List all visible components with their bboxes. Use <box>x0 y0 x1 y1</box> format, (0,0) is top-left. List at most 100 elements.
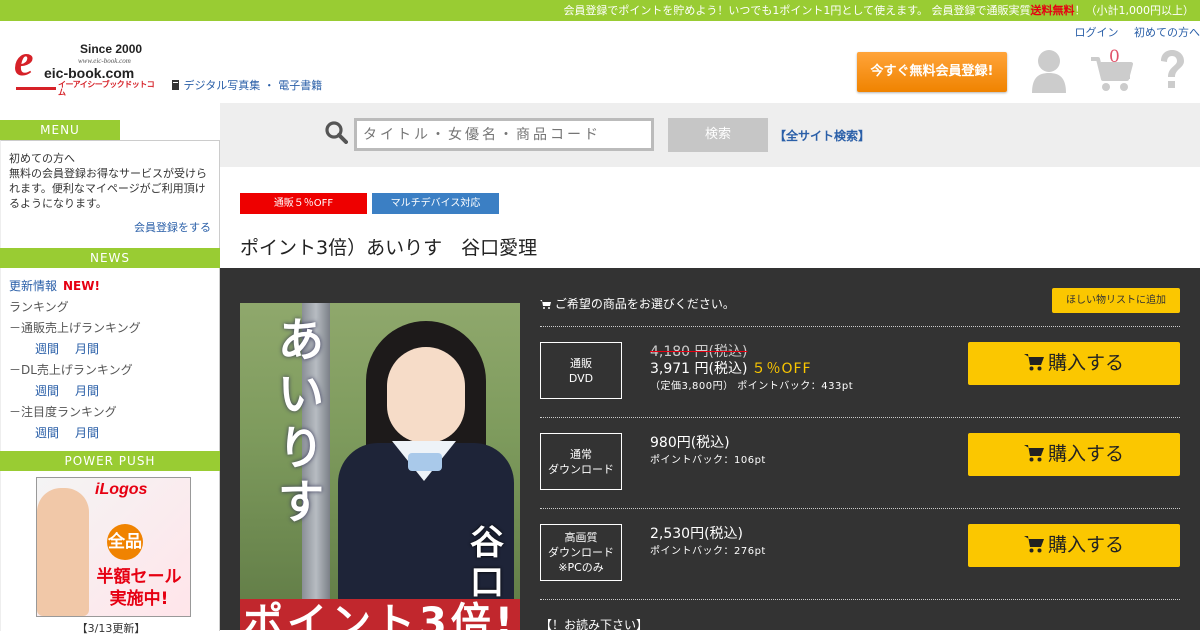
dl-ranking-label: －DL売上げランキング <box>9 360 219 381</box>
register-button[interactable]: 今すぐ無料会員登録! <box>857 52 1007 92</box>
site-search-link[interactable]: 【全サイト検索】 <box>774 127 870 144</box>
banner-logo: iLogos <box>95 482 147 498</box>
product-cover-image[interactable]: あいりす 谷口 ポイント3倍! <box>240 303 520 630</box>
divider <box>540 326 1180 327</box>
logo-mark: e <box>14 39 34 83</box>
power-push-banner[interactable]: iLogos 全品 半額セール実施中! <box>36 477 191 617</box>
search-input[interactable] <box>354 118 654 151</box>
option-type-line1: 通常 <box>541 447 621 462</box>
cover-title: あいりす <box>278 313 330 529</box>
logo-since: Since 2000 <box>80 43 142 55</box>
point-back: ポイントバック：276pt <box>650 542 766 557</box>
buy-button-hd-download[interactable]: 購入する <box>968 524 1180 567</box>
discount-label: ５％OFF <box>751 361 811 377</box>
attention-ranking-monthly-link[interactable]: 月間 <box>75 426 99 440</box>
login-link[interactable]: ログイン <box>1075 26 1119 39</box>
cart-count: 0 <box>1109 49 1120 66</box>
cover-face <box>387 347 465 443</box>
ranking-label: ランキング <box>9 297 219 318</box>
top-links: ログイン 初めての方へ <box>1075 24 1200 40</box>
sidebar: MENU 初めての方へ 無料の会員登録お得なサービスが受けられます。便利なマイペ… <box>0 120 220 630</box>
option-type-line2: DVD <box>541 371 621 386</box>
attention-ranking-weekly-link[interactable]: 週間 <box>35 426 59 440</box>
intro-title: 初めての方へ <box>9 151 211 166</box>
cart-small-icon <box>540 299 551 309</box>
search-icon <box>324 120 348 144</box>
option-type-line1: 通販 <box>541 356 621 371</box>
buy-button-dvd[interactable]: 購入する <box>968 342 1180 385</box>
cover-bow <box>408 453 442 471</box>
read-me-notice[interactable]: 【！お読み下さい】 <box>540 616 648 633</box>
promo-free-shipping: 送料無料 <box>1031 4 1075 17</box>
logo-name: eic-book.com <box>44 66 134 80</box>
buy-label: 購入する <box>1048 352 1124 374</box>
ebook-link[interactable]: 電子書籍 <box>278 79 322 92</box>
sale-badge: 通販５％OFF <box>240 193 367 214</box>
cart-icon <box>1024 444 1044 462</box>
promo-text: 会員登録でポイントを貯めよう！いつでも1ポイント1円として使えます。 会員登録で… <box>563 4 1030 17</box>
wishlist-button[interactable]: ほしい物リストに追加 <box>1052 288 1180 313</box>
banner-sale-text: 半額セール実施中! <box>89 566 189 610</box>
download-price: 980円(税込) <box>650 432 730 452</box>
dl-ranking-monthly-link[interactable]: 月間 <box>75 384 99 398</box>
product-title: ポイント3倍）あいりす 谷口愛理 <box>240 233 537 260</box>
intro-box: 初めての方へ 無料の会員登録お得なサービスが受けられます。便利なマイページがご利… <box>0 140 220 248</box>
intro-text: 無料の会員登録お得なサービスが受けられます。便利なマイページがご利用頂けるように… <box>9 166 211 211</box>
power-push-heading: POWER PUSH <box>0 451 220 471</box>
news-list: 更新情報NEW! ランキング －通販売上げランキング 週間月間 －DL売上げラン… <box>1 268 219 451</box>
divider <box>540 599 1180 600</box>
menu-heading: MENU <box>0 120 120 140</box>
logo-underline <box>16 87 56 90</box>
digital-photobook-link[interactable]: デジタル写真集 <box>184 79 261 92</box>
cart-icon <box>1024 353 1044 371</box>
attention-ranking-label: －注目度ランキング <box>9 402 219 423</box>
dl-ranking-weekly-link[interactable]: 週間 <box>35 384 59 398</box>
logo-url: www.eic-book.com <box>78 58 131 65</box>
intro-section: 初めての方へ 無料の会員登録お得なサービスが受けられます。便利なマイページがご利… <box>1 141 219 248</box>
option-type-box: 通販 DVD <box>540 342 622 399</box>
book-icon <box>171 80 180 90</box>
option-type-line2: ダウンロード <box>541 545 621 560</box>
logo-kana: イーアイシーブックドットコム <box>58 81 156 97</box>
option-type-line1: 高画質 <box>541 530 621 545</box>
user-icon[interactable] <box>1031 49 1067 93</box>
search-bar: 検索 【全サイト検索】 <box>220 103 1200 167</box>
option-type-line3: ※PCのみ <box>541 560 621 575</box>
choose-prompt: ご希望の商品をお選びください。 <box>540 295 735 312</box>
choose-text: ご希望の商品をお選びください。 <box>555 297 735 311</box>
mail-ranking-monthly-link[interactable]: 月間 <box>75 342 99 356</box>
mail-ranking-weekly-link[interactable]: 週間 <box>35 342 59 356</box>
register-link[interactable]: 会員登録をする <box>9 220 211 235</box>
option-type-box: 通常 ダウンロード <box>540 433 622 490</box>
mail-ranking-label: －通販売上げランキング <box>9 318 219 339</box>
buy-label: 購入する <box>1048 443 1124 465</box>
new-badge: NEW! <box>63 279 100 293</box>
divider <box>540 417 1180 418</box>
hd-download-price: 2,530円(税込) <box>650 523 743 543</box>
buy-button-download[interactable]: 購入する <box>968 433 1180 476</box>
option-type-line2: ダウンロード <box>541 462 621 477</box>
power-push-caption: 【3/13更新】 <box>1 620 221 636</box>
power-push-box: iLogos 全品 半額セール実施中! 【3/13更新】 <box>0 471 220 631</box>
divider <box>540 508 1180 509</box>
multi-device-badge: マルチデバイス対応 <box>372 193 499 214</box>
option-type-box: 高画質 ダウンロード ※PCのみ <box>540 524 622 581</box>
updates-link[interactable]: 更新情報 <box>9 279 57 293</box>
category-links: デジタル写真集 ・ 電子書籍 <box>171 77 322 93</box>
buy-label: 購入する <box>1048 534 1124 556</box>
search-button[interactable]: 検索 <box>668 118 768 152</box>
sale-price: 3,971 円(税込) <box>650 361 747 377</box>
site-logo[interactable]: e Since 2000 www.eic-book.com eic-book.c… <box>14 41 156 93</box>
promo-text-end: ！（小計1,000円以上） <box>1075 4 1195 17</box>
category-separator: ・ <box>264 79 275 92</box>
first-time-link[interactable]: 初めての方へ <box>1134 26 1200 39</box>
cover-surname: 谷口 <box>470 523 512 603</box>
banner-model-image <box>37 488 89 616</box>
site-header: e Since 2000 www.eic-book.com eic-book.c… <box>0 21 1200 103</box>
promo-bar: 会員登録でポイントを貯めよう！いつでも1ポイント1円として使えます。 会員登録で… <box>0 0 1200 21</box>
banner-sale-line1: 半額セール <box>89 566 189 588</box>
help-icon[interactable] <box>1157 49 1187 93</box>
news-heading: NEWS <box>0 248 220 268</box>
point-back: ポイントバック：106pt <box>650 451 766 466</box>
cover-point-banner: ポイント3倍! <box>240 599 520 630</box>
